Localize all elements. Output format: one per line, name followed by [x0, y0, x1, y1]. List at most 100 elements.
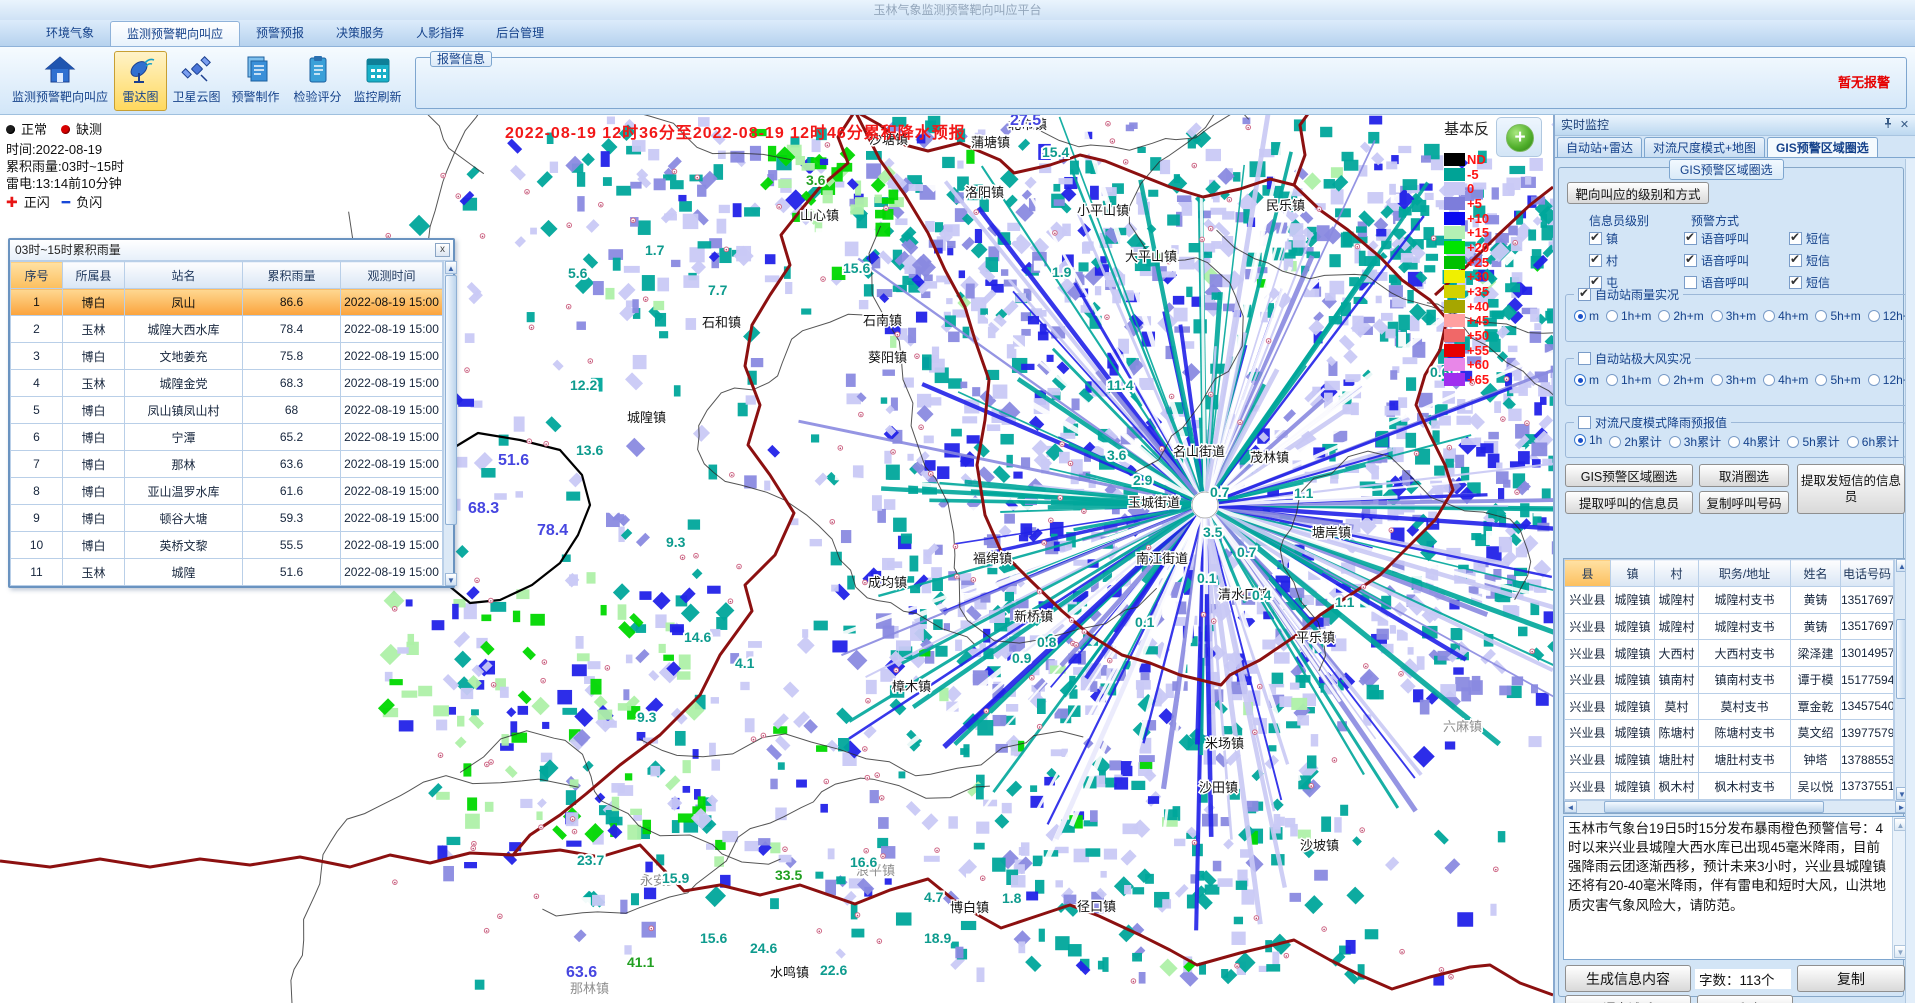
- column-header[interactable]: 序号: [11, 262, 63, 289]
- rain-table-window[interactable]: 03时~15时累积雨量 x 序号所属县站名累积雨量观测时间 1博白凤山86.62…: [8, 238, 455, 588]
- map-zoom-in-button[interactable]: +: [1506, 124, 1534, 152]
- contact-row[interactable]: 兴业县城隍镇陈塘村陈塘村支书莫文绍139775796: [1565, 720, 1894, 747]
- contact-row[interactable]: 兴业县城隍镇塘肚村塘肚村支书钟塔137885534: [1565, 746, 1894, 773]
- extract-call-button[interactable]: 提取呼叫的信息员: [1565, 491, 1693, 514]
- copy-number-button[interactable]: 复制呼叫号码: [1699, 491, 1789, 514]
- copy-message-button[interactable]: 复制: [1797, 965, 1905, 992]
- voice-checkbox-镇[interactable]: 语音呼叫: [1684, 230, 1789, 247]
- radar-map[interactable]: 沙塘镇蒲塘镇北市镇洛阳镇小平山镇民乐镇山心镇大平山镇石和镇石南镇葵阳镇城隍镇名山…: [0, 115, 1553, 1003]
- rain-option-4h+m[interactable]: 4h+m: [1763, 309, 1808, 323]
- rain-option-5h+m[interactable]: 5h+m: [1815, 309, 1860, 323]
- radio-icon[interactable]: [1763, 310, 1775, 322]
- voice-preview-button[interactable]: 语音试听: [1565, 995, 1691, 1003]
- rain-table-scrollbar[interactable]: ▲ ▼: [443, 261, 453, 586]
- table-row[interactable]: 9博白顿谷大塘59.32022-08-19 15:00: [11, 505, 443, 532]
- menu-item-4[interactable]: 人影指挥: [400, 20, 480, 46]
- checkbox[interactable]: [1789, 254, 1802, 267]
- menu-item-2[interactable]: 预警预报: [240, 20, 320, 46]
- column-header[interactable]: 姓名: [1791, 560, 1841, 587]
- rain-option-1h+m[interactable]: 1h+m: [1606, 309, 1651, 323]
- radio-icon[interactable]: [1658, 310, 1670, 322]
- table-row[interactable]: 4玉林城隍金党68.32022-08-19 15:00: [11, 370, 443, 397]
- radio-icon[interactable]: [1787, 436, 1799, 448]
- checkbox[interactable]: [1589, 232, 1602, 245]
- gis-select-button[interactable]: GIS预警区域圈选: [1565, 464, 1693, 487]
- radio-icon[interactable]: [1606, 310, 1618, 322]
- radio-icon[interactable]: [1609, 436, 1621, 448]
- tool-button-5[interactable]: 监控刷新: [350, 51, 405, 111]
- radio-icon[interactable]: [1669, 436, 1681, 448]
- model-option-2h累计[interactable]: 2h累计: [1609, 433, 1661, 450]
- auto-wind-checkbox[interactable]: [1578, 352, 1591, 365]
- extract-sms-button[interactable]: 提取发短信的信息员: [1797, 464, 1905, 514]
- model-option-5h累计[interactable]: 5h累计: [1787, 433, 1839, 450]
- column-header[interactable]: 站名: [125, 262, 243, 289]
- call-button[interactable]: 呼叫: [1697, 995, 1793, 1003]
- contact-row[interactable]: 兴业县城隍镇莫村莫村支书覃金乾134575405: [1565, 693, 1894, 720]
- checkbox[interactable]: [1589, 254, 1602, 267]
- tool-button-2[interactable]: 卫星云图: [170, 51, 223, 111]
- table-row[interactable]: 5博白凤山镇凤山村682022-08-19 15:00: [11, 397, 443, 424]
- column-header[interactable]: 所属县: [63, 262, 125, 289]
- scroll-up-icon[interactable]: ▲: [445, 261, 457, 274]
- close-icon[interactable]: x: [435, 243, 450, 257]
- menu-item-1[interactable]: 监测预警靶向叫应: [110, 21, 240, 46]
- checkbox[interactable]: [1684, 254, 1697, 267]
- radio-icon[interactable]: [1868, 310, 1880, 322]
- voice-checkbox-村[interactable]: 语音呼叫: [1684, 252, 1789, 269]
- model-option-1h[interactable]: 1h: [1574, 433, 1602, 450]
- contact-row[interactable]: 兴业县城隍镇镇南村镇南村支书谭于模151775946: [1565, 666, 1894, 693]
- sms-checkbox-村[interactable]: 短信: [1789, 252, 1879, 269]
- checkbox[interactable]: [1684, 232, 1697, 245]
- radio-icon[interactable]: [1868, 374, 1880, 386]
- call-level-button[interactable]: 靶向叫应的级别和方式: [1567, 182, 1709, 204]
- scroll-thumb[interactable]: [445, 275, 457, 525]
- radio-icon[interactable]: [1847, 436, 1859, 448]
- table-row[interactable]: 6博白宁潭65.22022-08-19 15:00: [11, 424, 443, 451]
- wind-option-4h+m[interactable]: 4h+m: [1763, 373, 1808, 387]
- wind-option-5h+m[interactable]: 5h+m: [1815, 373, 1860, 387]
- level-checkbox-镇[interactable]: 镇: [1589, 230, 1684, 247]
- radio-icon[interactable]: [1574, 374, 1586, 386]
- tool-button-3[interactable]: 预警制作: [228, 51, 283, 111]
- table-row[interactable]: 3博白文地姜充75.82022-08-19 15:00: [11, 343, 443, 370]
- level-checkbox-村[interactable]: 村: [1589, 252, 1684, 269]
- model-option-3h累计[interactable]: 3h累计: [1669, 433, 1721, 450]
- column-header[interactable]: 镇: [1611, 560, 1655, 587]
- contacts-hscrollbar[interactable]: ◄ ►: [1564, 800, 1908, 813]
- column-header[interactable]: 村: [1655, 560, 1699, 587]
- column-header[interactable]: 电话号码: [1841, 560, 1894, 587]
- radio-icon[interactable]: [1574, 310, 1586, 322]
- scroll-down-icon[interactable]: ▼: [445, 573, 457, 586]
- cancel-select-button[interactable]: 取消圈选: [1699, 464, 1789, 487]
- wind-option-2h+m[interactable]: 2h+m: [1658, 373, 1703, 387]
- scroll-thumb[interactable]: [1604, 801, 1824, 813]
- tool-button-4[interactable]: 检验评分: [290, 51, 345, 111]
- radio-icon[interactable]: [1574, 434, 1586, 446]
- sms-checkbox-镇[interactable]: 短信: [1789, 230, 1879, 247]
- table-row[interactable]: 8博白亚山温罗水库61.62022-08-19 15:00: [11, 478, 443, 505]
- table-row[interactable]: 7博白那林63.62022-08-19 15:00: [11, 451, 443, 478]
- generate-message-button[interactable]: 生成信息内容: [1565, 965, 1691, 992]
- contact-row[interactable]: 兴业县城隍镇城隍村城隍村支书黄铸135176975: [1565, 613, 1894, 640]
- table-row[interactable]: 11玉林城隍51.62022-08-19 15:00: [11, 559, 443, 586]
- table-row[interactable]: 1博白凤山86.62022-08-19 15:00: [11, 289, 443, 316]
- message-textarea[interactable]: 玉林市气象台19日5时15分发布暴雨橙色预警信号：4时以来兴业县城隍大西水库已出…: [1563, 816, 1909, 960]
- column-header[interactable]: 观测时间: [341, 262, 443, 289]
- contact-row[interactable]: 兴业县城隍镇城隍村城隍村支书黄铸135176975: [1565, 587, 1894, 614]
- wind-option-3h+m[interactable]: 3h+m: [1711, 373, 1756, 387]
- column-header[interactable]: 职务/地址: [1699, 560, 1791, 587]
- model-option-4h累计[interactable]: 4h累计: [1728, 433, 1780, 450]
- model-rain-checkbox[interactable]: [1578, 416, 1591, 429]
- wind-option-m[interactable]: m: [1574, 373, 1599, 387]
- radio-icon[interactable]: [1815, 310, 1827, 322]
- scroll-left-icon[interactable]: ◄: [1564, 801, 1577, 813]
- column-header[interactable]: 累积雨量: [243, 262, 341, 289]
- rain-option-3h+m[interactable]: 3h+m: [1711, 309, 1756, 323]
- menu-item-0[interactable]: 环境气象: [30, 20, 110, 46]
- radio-icon[interactable]: [1658, 374, 1670, 386]
- panel-tab-0[interactable]: 自动站+雷达: [1557, 137, 1642, 157]
- contact-row[interactable]: 兴业县城隍镇枫木村枫木村支书吴以悦137375511: [1565, 773, 1894, 800]
- panel-tab-1[interactable]: 对流尺度模式+地图: [1644, 137, 1765, 157]
- close-icon[interactable]: ✕: [1897, 118, 1912, 133]
